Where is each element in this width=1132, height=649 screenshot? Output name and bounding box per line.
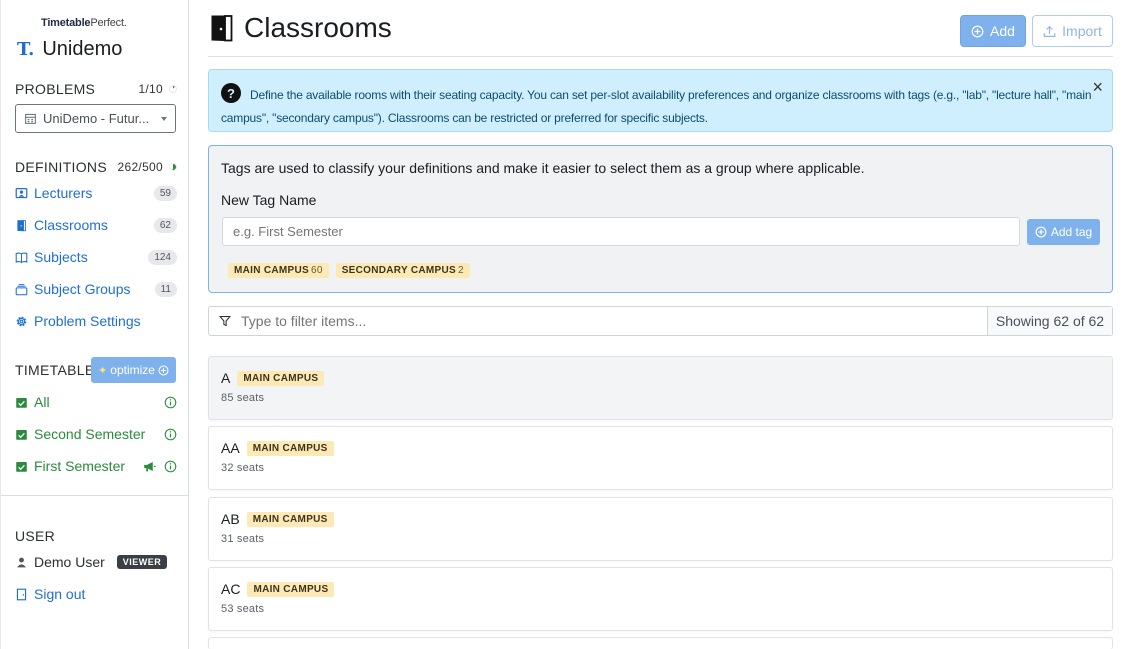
tag-chip[interactable]: SECONDARY CAMPUS 2 [335,263,470,278]
timetable-item-first-semester[interactable]: First Semester [15,455,177,477]
person-icon [17,557,26,567]
count-badge: 124 [148,249,177,265]
filter-bar: Showing 62 of 62 [208,306,1113,336]
sidebar-item-lecturers[interactable]: Lecturers 59 [15,182,177,204]
plus-circle-icon [158,365,169,375]
problem-select[interactable]: UniDemo - Futur... [15,104,176,133]
new-tag-input[interactable] [222,217,1020,246]
tag-chip: MAIN CAMPUS [246,440,334,456]
room-seats: 53 seats [221,603,265,615]
timetables-heading: TIMETABLES [15,362,105,378]
calendar-check-icon [16,397,27,408]
room-name: AB [221,511,240,527]
user-name: Demo User [34,554,105,570]
count-badge: 62 [153,217,177,233]
count-badge: 11 [154,281,177,297]
plus-circle-icon [1035,226,1047,238]
list-item[interactable]: A MAIN CAMPUS 85 seats [208,356,1113,420]
definitions-heading: DEFINITIONS 262/500 [15,159,177,175]
room-seats: 85 seats [221,392,265,404]
sidebar-item-subjects[interactable]: Subjects 124 [15,246,177,268]
door-icon [211,15,233,42]
sidebar-item-subject-groups[interactable]: Subject Groups 11 [15,278,177,300]
user-info: Demo User VIEWER [15,551,177,573]
brand-logo-icon: T. [17,39,35,60]
filter-input[interactable] [241,307,987,335]
megaphone-icon [144,461,156,471]
lecturer-icon [15,187,28,198]
room-seats: 32 seats [221,462,265,474]
list-item[interactable]: AC MAIN CAMPUS 53 seats [208,567,1113,631]
tag-list: MAIN CAMPUS 60 SECONDARY CAMPUS 2 [228,263,470,278]
optimize-button[interactable]: ✦ optimize [91,357,176,383]
import-button[interactable]: Import [1032,15,1113,47]
result-count: Showing 62 of 62 [987,307,1112,335]
tag-chip: MAIN CAMPUS [237,370,325,386]
info-icon[interactable] [164,460,177,473]
new-tag-label: New Tag Name [221,192,317,208]
filter-icon [209,307,241,335]
info-alert: ? Define the available rooms with their … [208,69,1113,132]
sidebar-divider [1,495,189,496]
plus-circle-icon [971,25,984,37]
room-name: AC [221,581,241,597]
room-name: AA [221,440,240,456]
room-name: A [221,370,231,386]
sidebar: TimetablePerfect. T. Unidemo PROBLEMS 1/… [0,0,189,649]
role-badge: VIEWER [116,555,168,569]
usage-pie-icon [169,163,177,171]
sidebar-item-classrooms[interactable]: Classrooms 62 [15,214,177,236]
room-seats: 31 seats [221,533,265,545]
add-button[interactable]: Add [960,15,1026,47]
calendar-check-icon [16,429,27,440]
brand-title: Unidemo [42,38,123,60]
tags-description: Tags are used to classify your definitio… [221,160,865,176]
list-item[interactable]: AA MAIN CAMPUS 32 seats [208,426,1113,490]
timetable-item-all[interactable]: All [15,391,177,413]
info-icon[interactable] [164,428,177,441]
gear-icon [16,316,27,326]
book-icon [15,252,28,263]
problem-select-value: UniDemo - Futur... [43,111,150,126]
list-item[interactable] [208,637,1113,649]
tags-panel: Tags are used to classify your definitio… [208,145,1113,293]
sparkle-icon: ✦ [98,364,108,377]
close-icon[interactable]: × [1092,78,1103,96]
upload-icon [1043,25,1056,37]
problems-heading: PROBLEMS 1/10 [15,81,177,97]
usage-pie-icon [169,85,177,93]
count-badge: 59 [153,185,177,201]
calendar-check-icon [16,461,27,472]
add-tag-button[interactable]: Add tag [1027,219,1100,245]
info-text: Define the available rooms with their se… [221,88,1092,125]
tag-chip[interactable]: MAIN CAMPUS 60 [228,263,329,278]
tag-chip: MAIN CAMPUS [246,511,334,527]
door-icon [17,219,26,231]
title-divider [208,56,1113,57]
collection-icon [15,283,28,295]
list-item[interactable]: AB MAIN CAMPUS 31 seats [208,497,1113,561]
page-title: Classrooms [210,12,392,44]
calendar-icon [25,113,36,124]
brand-header[interactable]: T. Unidemo [17,38,122,61]
info-icon[interactable] [164,396,177,409]
brand-wordmark: TimetablePerfect. [41,17,127,29]
sidebar-item-problem-settings[interactable]: Problem Settings [15,310,177,332]
chevron-down-icon [161,116,167,121]
tag-chip: MAIN CAMPUS [247,581,335,597]
sign-out-link[interactable]: Sign out [15,583,177,605]
door-icon [16,588,27,600]
user-heading: USER [15,528,56,544]
timetable-item-second-semester[interactable]: Second Semester [15,423,177,445]
